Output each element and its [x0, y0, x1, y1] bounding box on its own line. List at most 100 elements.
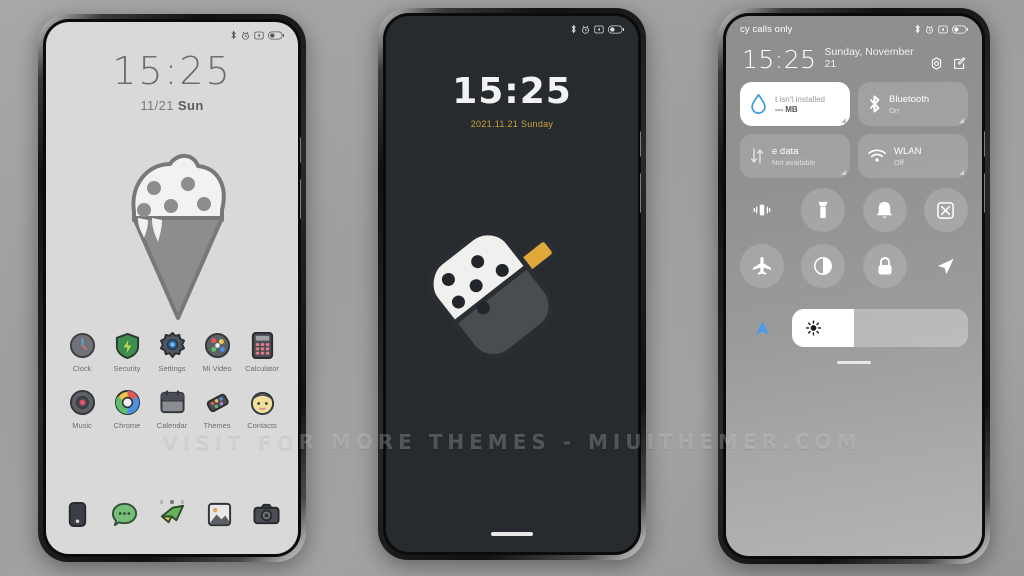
app-label: Contacts [247, 421, 277, 430]
lock-screen-2: 15:25 2021.11.21 Sunday [386, 16, 638, 552]
camera-icon[interactable] [253, 501, 280, 528]
airplane-mode-toggle[interactable] [740, 244, 784, 288]
app-row-1: Clock Security Settings Mi Video Calcula… [60, 332, 284, 373]
gallery-icon[interactable] [206, 501, 233, 528]
phone-2-bezel: 15:25 2021.11.21 Sunday [383, 13, 641, 555]
brightness-slider[interactable] [792, 309, 968, 347]
clock-icon [69, 332, 95, 359]
alarm-icon [242, 31, 249, 40]
lock-toggle[interactable] [862, 244, 907, 288]
shield-icon [115, 332, 139, 359]
tile-title: Bluetooth [889, 93, 930, 105]
home-screen-1: 15:25 11/21 Sun Clock Security Settings … [46, 22, 298, 554]
app-calendar[interactable]: Calendar [150, 389, 194, 430]
flashlight-toggle[interactable] [801, 188, 846, 232]
gear-icon [159, 332, 185, 359]
mute-icon [254, 31, 264, 39]
edit-icon[interactable] [953, 57, 966, 70]
app-contacts[interactable]: Contacts [240, 389, 284, 430]
home-clock-date: 11/21 Sun [140, 98, 203, 113]
app-themes[interactable]: Themes [195, 389, 239, 430]
statusbar-3: cy calls only [726, 16, 982, 42]
app-music[interactable]: Music [60, 389, 104, 430]
power-button[interactable] [984, 131, 985, 157]
control-center: cy calls only 15:25 Sunday, November 21 … [726, 16, 982, 556]
volume-button[interactable] [640, 173, 641, 213]
wifi-icon [868, 149, 886, 162]
cc-header-icons [930, 57, 966, 72]
browser-icon[interactable] [159, 501, 186, 528]
cc-date: Sunday, November 21 [824, 46, 914, 70]
ringtone-toggle[interactable] [862, 188, 907, 232]
tile-title: WLAN [894, 145, 922, 157]
wlan-tile[interactable]: WLAN Off [858, 134, 968, 178]
app-label: Mi Video [202, 364, 232, 373]
vibrate-icon [753, 204, 771, 216]
bell-icon [877, 201, 893, 219]
mobile-data-tile[interactable]: e data Not available [740, 134, 850, 178]
vibrate-toggle[interactable] [740, 188, 784, 232]
phone-icon[interactable] [64, 501, 91, 528]
ice-cream-cone-wallpaper [131, 154, 226, 320]
messages-icon[interactable] [111, 501, 138, 528]
power-button[interactable] [300, 137, 301, 163]
bluetooth-icon [869, 95, 880, 113]
bluetooth-tile[interactable]: Bluetooth On [858, 82, 968, 126]
battery-icon [952, 25, 968, 33]
app-calculator[interactable]: Calculator [240, 332, 284, 373]
themes-icon [206, 393, 229, 413]
phone-1-screen: 15:25 11/21 Sun Clock Security Settings … [46, 22, 298, 554]
phone-1-frame: 15:25 11/21 Sun Clock Security Settings … [38, 14, 306, 562]
tile-sub: Off [894, 157, 904, 167]
tile-text: t isn't installed --- MB [775, 95, 825, 114]
data-usage-tile[interactable]: t isn't installed --- MB [740, 82, 850, 126]
location-icon [938, 258, 955, 274]
screenshot-icon [937, 201, 955, 219]
home-clock-time: 15:25 [112, 49, 232, 93]
alarm-icon [582, 25, 589, 34]
statusbar-1 [46, 22, 298, 48]
bottom-row [740, 306, 968, 350]
volume-button[interactable] [300, 179, 301, 219]
statusbar-icons-1 [230, 30, 284, 40]
phone-3-screen: cy calls only 15:25 Sunday, November 21 … [726, 16, 982, 556]
lock-clock-time: 15:25 [452, 71, 572, 112]
control-center-header: 15:25 Sunday, November 21 [742, 46, 966, 72]
app-clock[interactable]: Clock [60, 332, 104, 373]
tile-title: t isn't installed [775, 94, 825, 104]
app-label: Settings [158, 364, 186, 373]
app-chrome[interactable]: Chrome [105, 389, 149, 430]
tile-row-1: t isn't installed --- MB Bluetooth On [740, 82, 968, 126]
home-indicator[interactable] [491, 532, 533, 536]
expand-corner-icon[interactable] [841, 118, 846, 123]
home-indicator[interactable] [837, 361, 871, 364]
app-settings[interactable]: Settings [150, 332, 194, 373]
toggle-row-1 [740, 188, 968, 232]
tile-sub: On [889, 105, 900, 115]
volume-button[interactable] [984, 173, 985, 213]
home-date-value: 11/21 [140, 98, 174, 113]
expand-corner-icon[interactable] [959, 118, 964, 123]
navigation-arrow-icon [755, 320, 769, 335]
expand-corner-icon[interactable] [959, 170, 964, 175]
app-security[interactable]: Security [105, 332, 149, 373]
screenshot-toggle[interactable] [923, 188, 968, 232]
location-toggle[interactable] [924, 244, 968, 288]
toggle-grid [740, 188, 968, 288]
quick-tiles: t isn't installed --- MB Bluetooth On e … [740, 82, 968, 178]
app-label: Themes [203, 421, 231, 430]
navigation-toggle[interactable] [740, 306, 784, 350]
app-mi-video[interactable]: Mi Video [195, 332, 239, 373]
app-label: Chrome [113, 421, 141, 430]
phone-3-bezel: cy calls only 15:25 Sunday, November 21 … [723, 13, 985, 559]
lock-clock-date: 2021.11.21 Sunday [470, 119, 554, 129]
expand-corner-icon[interactable] [841, 170, 846, 175]
data-arrows-icon [750, 148, 764, 164]
power-button[interactable] [640, 131, 641, 157]
dark-mode-toggle[interactable] [801, 244, 846, 288]
app-label: Calendar [156, 421, 188, 430]
brightness-fill [792, 309, 854, 347]
gear-icon[interactable] [930, 57, 943, 70]
tile-text: Bluetooth On [889, 94, 929, 115]
statusbar-icons-3 [914, 24, 968, 34]
